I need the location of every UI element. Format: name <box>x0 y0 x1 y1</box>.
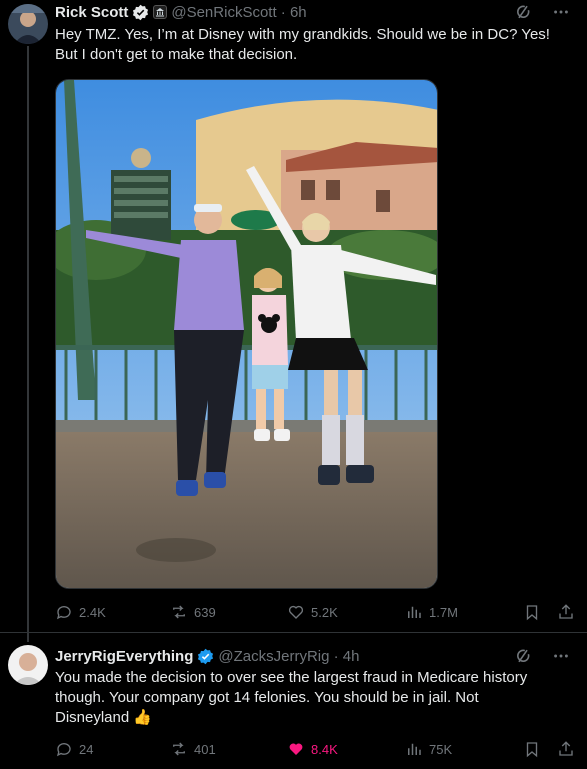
more-icon[interactable] <box>551 646 571 666</box>
like-count: 5.2K <box>311 604 338 620</box>
grok-icon[interactable] <box>513 646 533 666</box>
view-count: 75K <box>429 741 453 757</box>
reply-button[interactable]: 24 <box>55 740 170 758</box>
reply-tweet[interactable]: JerryRigEverything @ZacksJerryRig · 4h Y… <box>0 633 587 769</box>
rick-scott-avatar[interactable] <box>8 4 48 44</box>
reply-count: 2.4K <box>79 604 106 620</box>
bookmark-icon[interactable] <box>523 740 541 758</box>
views-button[interactable]: 75K <box>405 740 465 758</box>
repost-count: 639 <box>194 604 216 620</box>
author-name[interactable]: Rick Scott <box>55 4 128 21</box>
tweet-top-actions <box>513 2 571 22</box>
repost-button[interactable]: 401 <box>170 740 287 758</box>
verified-badge-icon <box>132 4 149 21</box>
share-icon[interactable] <box>557 740 575 758</box>
tweet-text: Hey TMZ. Yes, I’m at Disney with my gran… <box>55 25 565 65</box>
repost-count: 401 <box>194 741 216 757</box>
bookmark-share-group <box>523 740 575 758</box>
reply-text-line: though. Your company got 14 felonies. Yo… <box>55 689 479 706</box>
like-button[interactable]: 5.2K <box>287 603 405 621</box>
reply-button[interactable]: 2.4K <box>55 603 170 621</box>
main-tweet[interactable]: Rick Scott @SenRickScott · 6h Hey TMZ. Y… <box>0 0 587 642</box>
reply-text-line: You made the decision to over see the la… <box>55 669 528 686</box>
share-icon[interactable] <box>557 603 575 621</box>
like-icon <box>289 743 303 755</box>
repost-icon <box>173 742 185 756</box>
tweet-photo[interactable] <box>55 79 438 589</box>
tweet-text-line: Hey TMZ. Yes, I’m at Disney with my gran… <box>55 26 550 43</box>
bookmark-icon[interactable] <box>523 603 541 621</box>
jerryrigeverything-avatar[interactable] <box>8 645 48 685</box>
more-icon[interactable] <box>551 2 571 22</box>
views-icon <box>408 743 421 755</box>
tweet-text-line: But I don't get to make that decision. <box>55 46 298 63</box>
verified-badge-icon <box>197 648 214 665</box>
grok-icon[interactable] <box>513 2 533 22</box>
family-photo-image <box>56 80 437 588</box>
reply-text: You made the decision to over see the la… <box>55 668 565 728</box>
views-icon <box>408 606 421 618</box>
reply-top-actions <box>513 646 571 666</box>
reply-author-name[interactable]: JerryRigEverything <box>55 648 193 665</box>
like-icon <box>288 605 304 619</box>
reply-text-line: Disneyland 👍 <box>55 709 153 726</box>
views-button[interactable]: 1.7M <box>405 603 465 621</box>
thread-line <box>27 46 29 642</box>
like-count: 8.4K <box>311 741 338 757</box>
repost-icon <box>173 605 185 619</box>
reply-count: 24 <box>79 741 94 757</box>
bookmark-share-group <box>523 603 575 621</box>
like-button[interactable]: 8.4K <box>287 740 405 758</box>
government-label-icon <box>153 5 168 19</box>
reply-header: JerryRigEverything @ZacksJerryRig · 4h <box>55 645 359 667</box>
handle-and-time[interactable]: @SenRickScott · 6h <box>171 4 306 21</box>
reply-icon <box>56 606 71 620</box>
view-count: 1.7M <box>429 604 458 620</box>
repost-button[interactable]: 639 <box>170 603 287 621</box>
reply-action-bar: 24 401 8.4K 75K <box>55 738 575 760</box>
reply-handle-and-time[interactable]: @ZacksJerryRig · 4h <box>218 648 359 665</box>
reply-icon <box>56 743 71 757</box>
tweet-header: Rick Scott @SenRickScott · 6h <box>55 1 307 23</box>
tweet-action-bar: 2.4K 639 5.2K 1.7M <box>55 601 575 623</box>
